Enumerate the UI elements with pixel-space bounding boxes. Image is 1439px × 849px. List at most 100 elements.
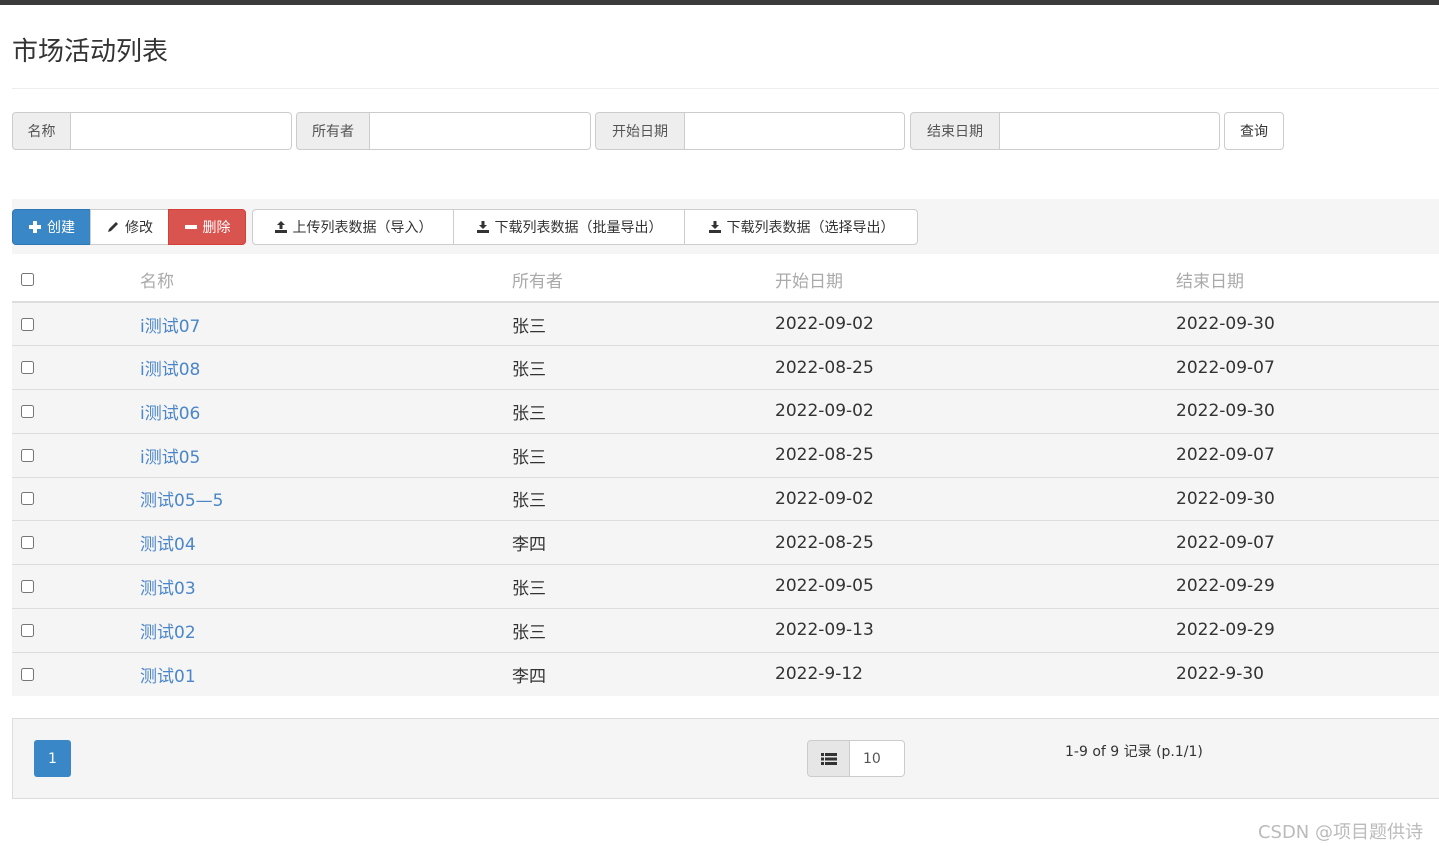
- end-date-search-group: 结束日期: [910, 112, 1220, 150]
- owner-cell: 李四: [512, 520, 775, 565]
- column-header-start-date[interactable]: 开始日期: [775, 258, 1176, 303]
- name-label: 名称: [12, 112, 71, 150]
- page-button-current[interactable]: 1: [34, 740, 71, 777]
- end-date-cell: 2022-09-07: [1176, 345, 1439, 390]
- download-icon: [476, 221, 489, 233]
- select-all-cell: [12, 258, 140, 303]
- table-row: i测试07 张三 2022-09-02 2022-09-30: [12, 302, 1439, 346]
- table-row: 测试04 李四 2022-08-25 2022-09-07: [12, 520, 1439, 565]
- row-checkbox[interactable]: [21, 623, 34, 637]
- end-date-cell: 2022-9-30: [1176, 651, 1439, 696]
- owner-cell: 张三: [512, 345, 775, 390]
- upload-icon: [274, 221, 287, 233]
- download-batch-label: 下载列表数据（批量导出）: [494, 220, 663, 236]
- start-date-search-group: 开始日期: [595, 112, 905, 150]
- row-checkbox[interactable]: [21, 317, 34, 331]
- table-row: i测试06 张三 2022-09-02 2022-09-30: [12, 389, 1439, 434]
- start-date-cell: 2022-09-13: [775, 607, 1176, 652]
- start-date-label: 开始日期: [595, 112, 685, 150]
- owner-label: 所有者: [296, 112, 370, 150]
- page-size-value[interactable]: 10: [850, 740, 905, 777]
- activity-name-link[interactable]: 测试03: [140, 579, 196, 599]
- end-date-input[interactable]: [1000, 112, 1220, 150]
- end-date-cell: 2022-09-29: [1176, 564, 1439, 609]
- minus-icon: [184, 220, 198, 234]
- start-date-cell: 2022-09-05: [775, 564, 1176, 609]
- owner-cell: 张三: [512, 432, 775, 477]
- create-button[interactable]: 创建: [12, 209, 91, 245]
- end-date-cell: 2022-09-07: [1176, 432, 1439, 477]
- download-batch-button[interactable]: 下载列表数据（批量导出）: [453, 209, 685, 245]
- row-checkbox[interactable]: [21, 667, 34, 681]
- row-checkbox[interactable]: [21, 536, 34, 550]
- top-bar: [0, 0, 1439, 5]
- page-title: 市场活动列表: [12, 37, 169, 67]
- activity-name-link[interactable]: 测试04: [140, 535, 196, 555]
- row-checkbox[interactable]: [21, 448, 34, 462]
- delete-label: 删除: [202, 220, 231, 236]
- activity-name-link[interactable]: i测试06: [140, 404, 200, 424]
- start-date-cell: 2022-09-02: [775, 476, 1176, 521]
- title-divider: [12, 88, 1439, 89]
- name-search-group: 名称: [12, 112, 292, 150]
- row-checkbox[interactable]: [21, 492, 34, 506]
- activity-name-link[interactable]: 测试02: [140, 623, 196, 643]
- activity-table: 名称 所有者 开始日期 结束日期 i测试07 张三 2022-09-02 202…: [12, 258, 1439, 696]
- download-icon: [708, 221, 721, 233]
- name-input[interactable]: [71, 112, 292, 150]
- table-row: i测试08 张三 2022-08-25 2022-09-07: [12, 345, 1439, 390]
- download-select-label: 下载列表数据（选择导出）: [726, 220, 895, 236]
- start-date-cell: 2022-09-02: [775, 389, 1176, 434]
- row-checkbox[interactable]: [21, 361, 34, 375]
- column-header-end-date[interactable]: 结束日期: [1176, 258, 1439, 303]
- owner-cell: 张三: [512, 389, 775, 434]
- pencil-icon: [108, 222, 118, 232]
- delete-button[interactable]: 删除: [168, 209, 246, 245]
- edit-label: 修改: [125, 220, 153, 236]
- query-button[interactable]: 查询: [1224, 112, 1284, 150]
- table-row: 测试02 张三 2022-09-13 2022-09-29: [12, 607, 1439, 652]
- upload-label: 上传列表数据（导入）: [292, 220, 433, 236]
- page-size-toggle[interactable]: [807, 740, 850, 777]
- row-checkbox[interactable]: [21, 579, 34, 593]
- table-row: 测试01 李四 2022-9-12 2022-9-30: [12, 651, 1439, 696]
- table-row: 测试03 张三 2022-09-05 2022-09-29: [12, 564, 1439, 609]
- start-date-cell: 2022-9-12: [775, 651, 1176, 696]
- table-row: 测试05—5 张三 2022-09-02 2022-09-30: [12, 476, 1439, 521]
- table-row: i测试05 张三 2022-08-25 2022-09-07: [12, 432, 1439, 477]
- pagination-bar: 1 10 1-9 of 9 记录 (p.1/1): [12, 718, 1439, 799]
- end-date-cell: 2022-09-29: [1176, 607, 1439, 652]
- end-date-cell: 2022-09-30: [1176, 389, 1439, 434]
- activity-name-link[interactable]: 测试05—5: [140, 491, 223, 511]
- row-checkbox[interactable]: [21, 404, 34, 418]
- start-date-cell: 2022-09-02: [775, 302, 1176, 346]
- column-header-name[interactable]: 名称: [140, 258, 512, 303]
- page-size-selector[interactable]: 10: [807, 740, 905, 777]
- activity-name-link[interactable]: i测试08: [140, 360, 200, 380]
- create-label: 创建: [47, 220, 75, 236]
- activity-name-link[interactable]: i测试07: [140, 317, 200, 337]
- select-all-checkbox[interactable]: [21, 273, 34, 286]
- end-date-cell: 2022-09-07: [1176, 520, 1439, 565]
- record-info: 1-9 of 9 记录 (p.1/1): [1065, 744, 1203, 760]
- table-body: i测试07 张三 2022-09-02 2022-09-30 i测试08 张三 …: [12, 302, 1439, 696]
- plus-icon: [28, 220, 42, 234]
- owner-cell: 张三: [512, 564, 775, 609]
- owner-search-group: 所有者: [296, 112, 591, 150]
- activity-name-link[interactable]: 测试01: [140, 667, 196, 687]
- start-date-cell: 2022-08-25: [775, 432, 1176, 477]
- owner-cell: 张三: [512, 607, 775, 652]
- end-date-cell: 2022-09-30: [1176, 302, 1439, 346]
- owner-cell: 张三: [512, 476, 775, 521]
- start-date-input[interactable]: [685, 112, 905, 150]
- activity-name-link[interactable]: i测试05: [140, 448, 200, 468]
- column-header-owner[interactable]: 所有者: [512, 258, 775, 303]
- start-date-cell: 2022-08-25: [775, 520, 1176, 565]
- download-select-button[interactable]: 下载列表数据（选择导出）: [684, 209, 918, 245]
- edit-button[interactable]: 修改: [90, 209, 169, 245]
- owner-input[interactable]: [370, 112, 591, 150]
- list-icon: [820, 752, 837, 765]
- upload-button[interactable]: 上传列表数据（导入）: [252, 209, 454, 245]
- end-date-cell: 2022-09-30: [1176, 476, 1439, 521]
- end-date-label: 结束日期: [910, 112, 1000, 150]
